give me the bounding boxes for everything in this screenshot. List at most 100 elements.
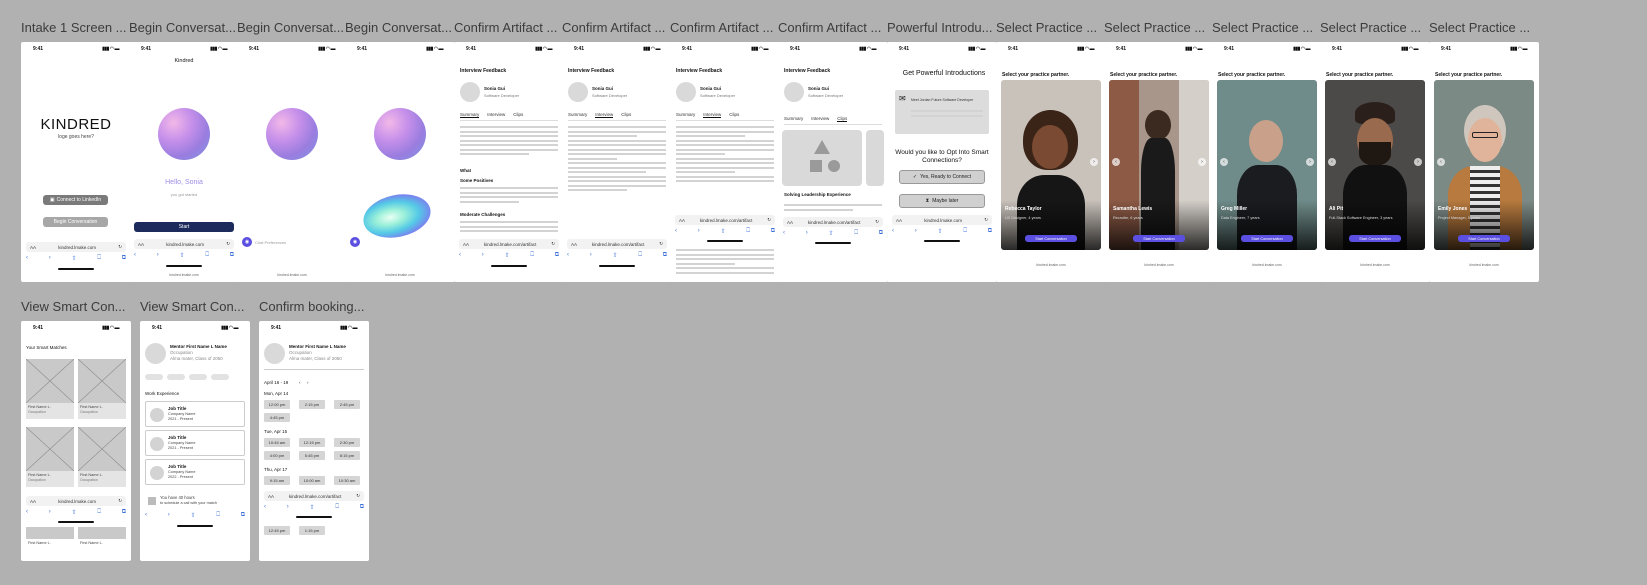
- url-bar[interactable]: AA kindred.lmake.com ↻: [892, 215, 992, 225]
- bookmarks-icon[interactable]: ⎕: [205, 252, 209, 260]
- tabs-icon[interactable]: ⧉: [988, 228, 992, 236]
- bookmarks-icon[interactable]: ⎕: [335, 504, 339, 512]
- tabs-icon[interactable]: ⧉: [241, 512, 245, 520]
- time-slot[interactable]: 10:45 am: [264, 438, 290, 447]
- time-slot[interactable]: 4:00 pm: [264, 451, 290, 460]
- back-icon[interactable]: ‹: [26, 509, 28, 517]
- time-slot[interactable]: 4:45 pm: [264, 413, 290, 422]
- match-photo-placeholder[interactable]: [78, 359, 126, 403]
- share-icon[interactable]: ⇧: [310, 504, 315, 512]
- start-conversation-button[interactable]: Start Conversation: [1458, 235, 1510, 242]
- start-conversation-button[interactable]: Start Conversation: [1025, 235, 1077, 242]
- share-icon[interactable]: ⇧: [505, 252, 510, 260]
- forward-icon[interactable]: ›: [698, 228, 700, 236]
- forward-icon[interactable]: ›: [287, 504, 289, 512]
- tab-interview[interactable]: Interview: [703, 112, 722, 118]
- start-conversation-button[interactable]: Start Conversation: [1349, 235, 1401, 242]
- forward-icon[interactable]: ›: [806, 230, 808, 238]
- linkedin-button[interactable]: ▣ Connect to LinkedIn: [43, 195, 108, 205]
- match-photo-placeholder[interactable]: [78, 527, 126, 539]
- url-bar[interactable]: AA kindred.lmake.com/artifact ↻: [567, 239, 667, 249]
- url-bar[interactable]: AA kindred.lmake.com ↻: [134, 239, 234, 249]
- prev-arrow-icon[interactable]: ‹: [1437, 158, 1445, 166]
- time-slot[interactable]: 2:30 pm: [334, 438, 360, 447]
- bookmarks-icon[interactable]: ⎕: [963, 228, 967, 236]
- tabs-icon[interactable]: ⧉: [360, 504, 364, 512]
- tab-interview[interactable]: Interview: [595, 112, 614, 118]
- video-clip-thumbnail[interactable]: [866, 130, 884, 186]
- reload-icon[interactable]: ↻: [551, 241, 555, 247]
- reload-icon[interactable]: ↻: [659, 241, 663, 247]
- share-icon[interactable]: ⇧: [191, 512, 196, 520]
- time-slot[interactable]: 2:15 pm: [299, 400, 325, 409]
- reload-icon[interactable]: ↻: [984, 217, 988, 223]
- match-photo-placeholder[interactable]: [78, 427, 126, 471]
- back-icon[interactable]: ‹: [567, 252, 569, 260]
- url-bar[interactable]: AA kindred.lmake.com ↻: [26, 242, 126, 252]
- back-icon[interactable]: ‹: [459, 252, 461, 260]
- reload-icon[interactable]: ↻: [356, 493, 360, 499]
- time-slot[interactable]: 9:15 am: [264, 476, 290, 485]
- tabs-icon[interactable]: ⧉: [771, 228, 775, 236]
- tab-summary[interactable]: Summary: [676, 112, 695, 118]
- bookmarks-icon[interactable]: ⎕: [638, 252, 642, 260]
- prev-arrow-icon[interactable]: ‹: [1328, 158, 1336, 166]
- bookmarks-icon[interactable]: ⎕: [530, 252, 534, 260]
- tabs-icon[interactable]: ⧉: [122, 509, 126, 517]
- tab-summary[interactable]: Summary: [568, 112, 587, 118]
- prev-week-icon[interactable]: ‹: [299, 380, 301, 386]
- reload-icon[interactable]: ↻: [118, 498, 122, 504]
- tab-summary[interactable]: Summary: [460, 112, 480, 118]
- time-slot[interactable]: 1:15 pm: [299, 526, 325, 535]
- back-icon[interactable]: ‹: [145, 512, 147, 520]
- share-icon[interactable]: ⇧: [613, 252, 618, 260]
- start-conversation-button[interactable]: Start Conversation: [1241, 235, 1293, 242]
- time-slot[interactable]: 10:30 am: [334, 476, 360, 485]
- url-bar[interactable]: AA kindred.lmake.com/artifact ↻: [459, 239, 559, 249]
- begin-conversation-button[interactable]: Begin Conversation: [43, 217, 108, 227]
- bookmarks-icon[interactable]: ⎕: [746, 228, 750, 236]
- time-slot[interactable]: 5:45 pm: [299, 451, 325, 460]
- time-slot[interactable]: 10:00 am: [299, 476, 325, 485]
- next-arrow-icon[interactable]: ›: [1414, 158, 1422, 166]
- tab-clips[interactable]: Clips: [513, 112, 523, 118]
- start-conversation-button[interactable]: Start Conversation: [1133, 235, 1185, 242]
- time-slot[interactable]: 8:15 pm: [334, 451, 360, 460]
- partner-card[interactable]: ‹ Emily Jones Project Manager, 5 years S…: [1434, 80, 1534, 250]
- share-icon[interactable]: ⇧: [72, 255, 77, 263]
- bookmarks-icon[interactable]: ⎕: [97, 255, 101, 263]
- bookmarks-icon[interactable]: ⎕: [97, 509, 101, 517]
- tabs-icon[interactable]: ⧉: [230, 252, 234, 260]
- url-bar[interactable]: AA kindred.lmake.com/artifact ↻: [783, 217, 883, 227]
- tab-interview[interactable]: Interview: [811, 116, 829, 122]
- time-slot[interactable]: 12:00 pm: [264, 400, 290, 409]
- prev-arrow-icon[interactable]: ‹: [1220, 158, 1228, 166]
- prev-arrow-icon[interactable]: ‹: [1112, 158, 1120, 166]
- next-week-icon[interactable]: ›: [307, 380, 309, 386]
- share-icon[interactable]: ⇧: [829, 230, 834, 238]
- reload-icon[interactable]: ↻: [767, 217, 771, 223]
- maybe-later-button[interactable]: ⧗ Maybe later: [899, 194, 985, 208]
- partner-card[interactable]: ‹ › Ali Pit Full-Stack Software Engineer…: [1325, 80, 1425, 250]
- forward-icon[interactable]: ›: [157, 252, 159, 260]
- tabs-icon[interactable]: ⧉: [122, 255, 126, 263]
- back-icon[interactable]: ‹: [134, 252, 136, 260]
- forward-icon[interactable]: ›: [482, 252, 484, 260]
- share-icon[interactable]: ⇧: [938, 228, 943, 236]
- time-slot[interactable]: 12:45 pm: [264, 526, 290, 535]
- yes-connect-button[interactable]: ✓ Yes, Ready to Connect: [899, 170, 985, 184]
- reload-icon[interactable]: ↻: [226, 241, 230, 247]
- chat-icon[interactable]: ◉: [242, 237, 252, 247]
- tabs-icon[interactable]: ⧉: [663, 252, 667, 260]
- bookmarks-icon[interactable]: ⎕: [216, 512, 220, 520]
- match-photo-placeholder[interactable]: [26, 527, 74, 539]
- next-arrow-icon[interactable]: ›: [1306, 158, 1314, 166]
- tab-summary[interactable]: Summary: [784, 116, 803, 122]
- forward-icon[interactable]: ›: [168, 512, 170, 520]
- reload-icon[interactable]: ↻: [118, 244, 122, 250]
- back-icon[interactable]: ‹: [892, 228, 894, 236]
- partner-card[interactable]: › Rebecca Taylor UX Designer, 4 years St…: [1001, 80, 1101, 250]
- time-slot[interactable]: 12:15 pm: [299, 438, 325, 447]
- back-icon[interactable]: ‹: [675, 228, 677, 236]
- next-arrow-icon[interactable]: ›: [1090, 158, 1098, 166]
